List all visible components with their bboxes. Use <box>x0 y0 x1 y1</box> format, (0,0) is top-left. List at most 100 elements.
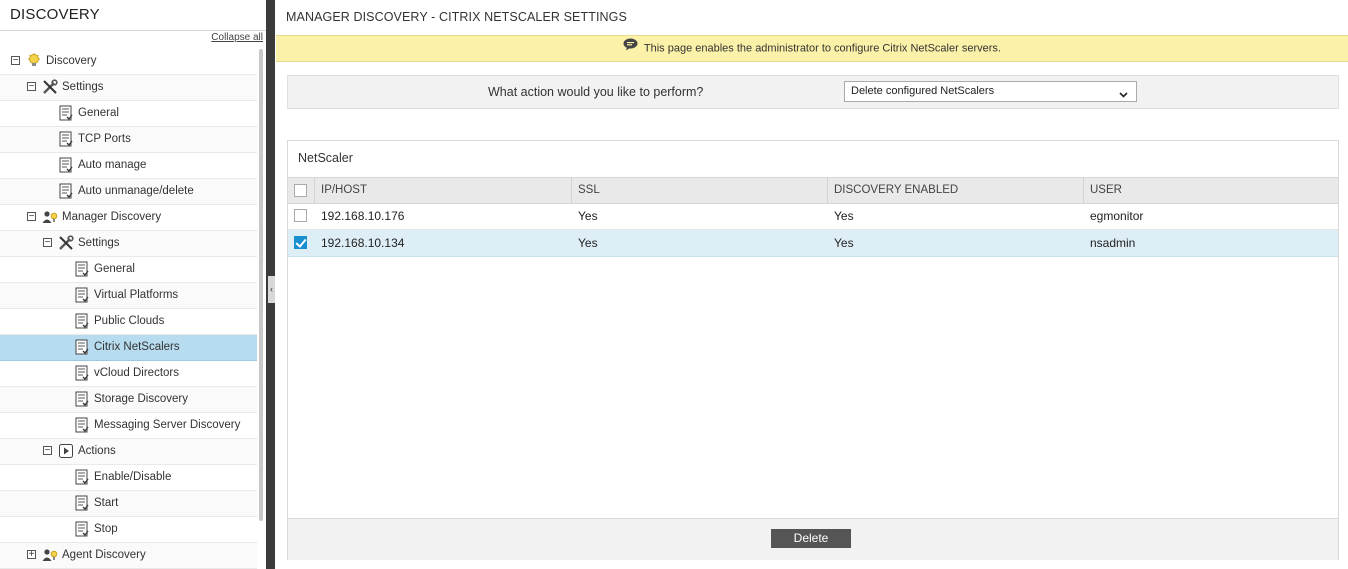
tools-icon <box>42 79 58 95</box>
tree-item-label: Manager Discovery <box>62 211 162 223</box>
tree-item-enable-disable[interactable]: Enable/Disable <box>0 465 257 491</box>
tools-icon <box>58 235 74 251</box>
user-cell: nsadmin <box>1090 236 1136 250</box>
tree-item-label: Public Clouds <box>94 315 165 327</box>
expand-icon[interactable]: + <box>27 550 36 560</box>
sidebar-header: DISCOVERY <box>0 0 266 31</box>
table-row[interactable]: 192.168.10.134 Yes Yes nsadmin <box>288 230 1338 257</box>
tree-item-messaging-server-discovery[interactable]: Messaging Server Discovery <box>0 413 257 439</box>
action-question-label: What action would you like to perform? <box>488 85 704 99</box>
ip-host-cell: 192.168.10.176 <box>321 209 405 223</box>
ssl-cell: Yes <box>578 236 598 250</box>
page-icon <box>74 495 90 511</box>
action-panel: What action would you like to perform? D… <box>287 75 1339 109</box>
page-title: MANAGER DISCOVERY - CITRIX NETSCALER SET… <box>286 10 627 24</box>
column-header-user[interactable]: USER <box>1084 178 1338 203</box>
tree-item-label: vCloud Directors <box>94 367 179 379</box>
collapse-icon[interactable]: − <box>11 56 20 66</box>
netscaler-grid-panel: NetScaler IP/HOST SSL DISCOVERY ENABLED … <box>287 140 1339 560</box>
tree-item-label: TCP Ports <box>78 133 131 145</box>
tree-item-start[interactable]: Start <box>0 491 257 517</box>
row-checkbox[interactable] <box>294 209 307 222</box>
tree-item-stop[interactable]: Stop <box>0 517 257 543</box>
tree-item-general[interactable]: General <box>0 257 257 283</box>
tree-item-general[interactable]: General <box>0 101 257 127</box>
tree-item-label: Discovery <box>46 55 97 67</box>
action-dropdown[interactable]: Delete configured NetScalers <box>844 81 1137 102</box>
grid-title: NetScaler <box>298 151 353 165</box>
tree-item-auto-manage[interactable]: Auto manage <box>0 153 257 179</box>
collapse-sidebar-handle[interactable]: ‹ <box>268 276 275 303</box>
discovery-enabled-cell: Yes <box>834 209 854 223</box>
tree-item-label: Enable/Disable <box>94 471 172 483</box>
tree-item-tcp-ports[interactable]: TCP Ports <box>0 127 257 153</box>
tree-item-label: Citrix NetScalers <box>94 341 180 353</box>
tree-item-label: Actions <box>78 445 116 457</box>
sidebar-scrollbar[interactable] <box>259 49 263 521</box>
tree-item-actions[interactable]: − Actions <box>0 439 257 465</box>
row-checkbox[interactable] <box>294 236 307 249</box>
tree-item-discovery[interactable]: − Discovery <box>0 49 257 75</box>
column-header-ssl[interactable]: SSL <box>572 178 828 203</box>
tree-item-agent-discovery[interactable]: + Agent Discovery <box>0 543 257 569</box>
manager-icon <box>42 209 58 225</box>
table-row[interactable]: 192.168.10.176 Yes Yes egmonitor <box>288 203 1338 230</box>
tree-item-storage-discovery[interactable]: Storage Discovery <box>0 387 257 413</box>
page-icon <box>58 131 74 147</box>
tree-item-label: Agent Discovery <box>62 549 146 561</box>
tree-item-label: Start <box>94 497 119 509</box>
actions-icon <box>58 443 74 459</box>
tree-item-label: General <box>94 263 135 275</box>
tree-item-settings[interactable]: − Settings <box>0 75 257 101</box>
column-header-ip-host[interactable]: IP/HOST <box>315 178 572 203</box>
collapse-icon[interactable]: − <box>43 446 52 456</box>
ip-host-cell: 192.168.10.134 <box>321 236 405 250</box>
tree-item-vcloud-directors[interactable]: vCloud Directors <box>0 361 257 387</box>
tree-item-virtual-platforms[interactable]: Virtual Platforms <box>0 283 257 309</box>
tree-item-manager-discovery[interactable]: − Manager Discovery <box>0 205 257 231</box>
grid-header: IP/HOST SSL DISCOVERY ENABLED USER <box>288 177 1338 204</box>
page-icon <box>58 105 74 121</box>
page-icon <box>74 469 90 485</box>
action-dropdown-value: Delete configured NetScalers <box>851 85 995 97</box>
sidebar: DISCOVERY Collapse all − Discovery − Settin… <box>0 0 266 569</box>
tree-item-label: General <box>78 107 119 119</box>
tree-item-label: Stop <box>94 523 118 535</box>
page-icon <box>58 183 74 199</box>
collapse-all-link[interactable]: Collapse all <box>211 32 263 43</box>
select-all-cell <box>288 178 315 203</box>
chevron-down-icon <box>1119 87 1128 106</box>
tree-item-auto-unmanage-delete[interactable]: Auto unmanage/delete <box>0 179 257 205</box>
agent-icon <box>42 547 58 563</box>
page-icon <box>74 417 90 433</box>
column-header-discovery-enabled[interactable]: DISCOVERY ENABLED <box>828 178 1084 203</box>
tree-item-label: Messaging Server Discovery <box>94 419 241 431</box>
sidebar-title: DISCOVERY <box>10 6 100 23</box>
select-all-checkbox[interactable] <box>294 184 307 197</box>
page-icon <box>74 521 90 537</box>
collapse-icon[interactable]: − <box>27 212 36 222</box>
page-icon <box>74 313 90 329</box>
page-icon <box>74 365 90 381</box>
tree-item-citrix-netscalers[interactable]: Citrix NetScalers <box>0 335 257 361</box>
page-icon <box>58 157 74 173</box>
page-icon <box>74 391 90 407</box>
page-icon <box>74 261 90 277</box>
tree-item-label: Auto unmanage/delete <box>78 185 194 197</box>
delete-button[interactable]: Delete <box>771 529 851 548</box>
page-icon <box>74 287 90 303</box>
navigation-tree: − Discovery − Settings General TCP Ports Auto … <box>0 49 257 569</box>
user-cell: egmonitor <box>1090 209 1144 223</box>
collapse-icon[interactable]: − <box>27 82 36 92</box>
tree-item-public-clouds[interactable]: Public Clouds <box>0 309 257 335</box>
collapse-icon[interactable]: − <box>43 238 52 248</box>
ssl-cell: Yes <box>578 209 598 223</box>
info-bar: This page enables the administrator to c… <box>276 35 1348 62</box>
tree-item-label: Storage Discovery <box>94 393 188 405</box>
speech-bubble-icon <box>623 36 638 61</box>
tree-item-label: Settings <box>78 237 120 249</box>
page-icon <box>74 339 90 355</box>
tree-item-label: Auto manage <box>78 159 147 171</box>
info-message: This page enables the administrator to c… <box>643 42 1001 55</box>
tree-item-settings[interactable]: − Settings <box>0 231 257 257</box>
